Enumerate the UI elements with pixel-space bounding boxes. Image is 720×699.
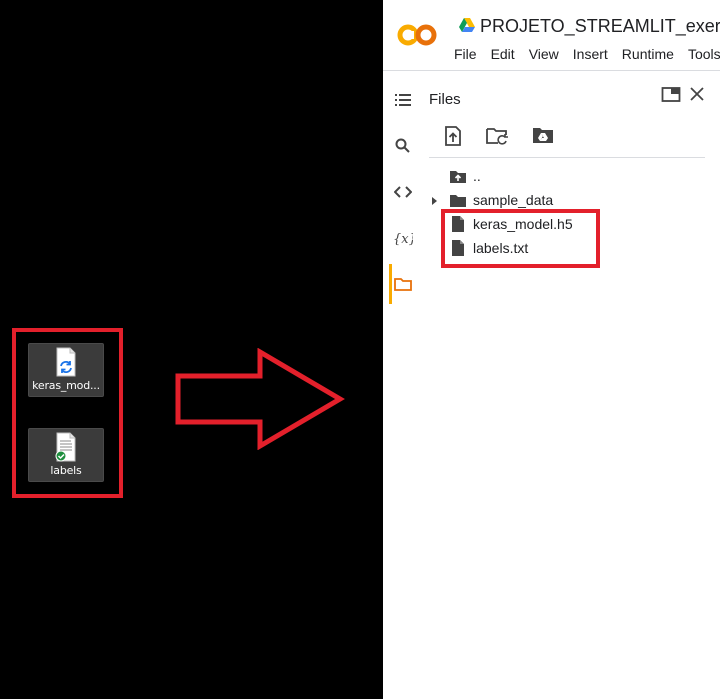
tree-item-label: sample_data (473, 192, 554, 208)
colab-logo-icon[interactable] (397, 22, 439, 48)
files-panel-title: Files (429, 91, 461, 108)
mount-drive-icon[interactable] (532, 126, 554, 144)
search-icon[interactable] (391, 134, 415, 158)
close-icon[interactable] (689, 86, 705, 102)
tree-item-sample-data[interactable]: sample_data (449, 189, 553, 211)
desktop-file-labels[interactable]: labels (28, 428, 104, 482)
open-in-window-icon[interactable] (661, 86, 681, 104)
desktop-file-label: labels (50, 464, 82, 477)
tree-item-label: .. (473, 168, 481, 184)
desktop-file-keras-model[interactable]: keras_mod... (28, 343, 104, 397)
folder-icon (449, 191, 467, 209)
text-file-check-icon (55, 432, 76, 462)
keras-file-sync-icon (56, 347, 76, 377)
colab-window: PROJETO_STREAMLIT_exercicio File Edit Vi… (383, 0, 720, 699)
colab-header: PROJETO_STREAMLIT_exercicio File Edit Vi… (383, 0, 720, 71)
tree-item-parent[interactable]: .. (449, 165, 481, 187)
menu-file[interactable]: File (454, 46, 477, 62)
files-highlight-box (441, 209, 600, 268)
menu-bar: File Edit View Insert Runtime Tools (454, 46, 720, 62)
files-icon[interactable] (391, 272, 415, 296)
code-snippets-icon[interactable] (391, 180, 415, 204)
google-drive-icon (459, 18, 475, 32)
right-arrow-icon (175, 348, 345, 450)
toolbar-divider (429, 157, 705, 158)
desktop: keras_mod... labels (0, 0, 383, 699)
table-of-contents-icon[interactable] (391, 88, 415, 112)
menu-tools[interactable]: Tools (688, 46, 720, 62)
variables-icon[interactable]: {x} (391, 226, 415, 250)
menu-edit[interactable]: Edit (491, 46, 515, 62)
expand-caret-icon[interactable] (430, 196, 438, 206)
desktop-file-label: keras_mod... (32, 379, 100, 392)
folder-up-icon (449, 167, 467, 185)
svg-text:{x}: {x} (393, 232, 413, 246)
upload-file-icon[interactable] (444, 126, 462, 146)
menu-insert[interactable]: Insert (573, 46, 608, 62)
menu-runtime[interactable]: Runtime (622, 46, 674, 62)
refresh-folder-icon[interactable] (486, 126, 510, 146)
menu-view[interactable]: View (529, 46, 559, 62)
side-rail: {x} (383, 70, 423, 699)
notebook-title[interactable]: PROJETO_STREAMLIT_exercicio (480, 16, 720, 37)
